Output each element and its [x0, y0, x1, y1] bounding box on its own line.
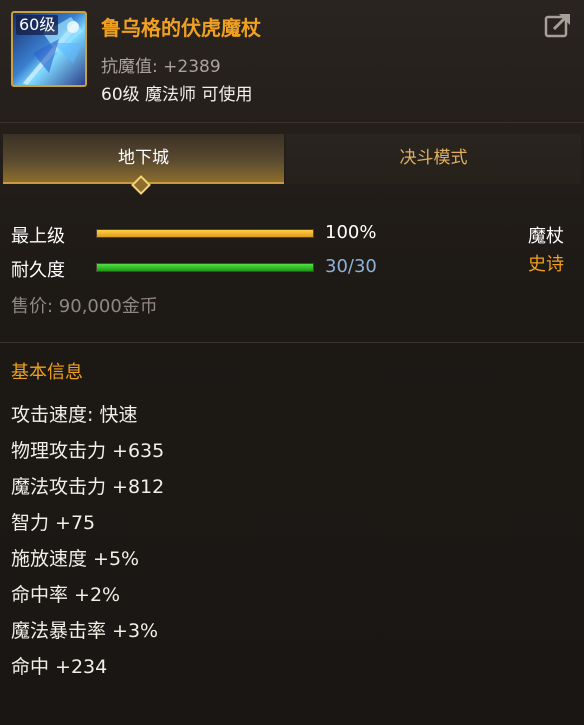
header-divider [0, 122, 584, 123]
share-icon [544, 13, 570, 38]
sell-price: 售价: 90,000金币 [11, 296, 158, 317]
tab-duel-mode[interactable]: 决斗模式 [286, 134, 581, 184]
attr-line: 命中 +234 [11, 656, 108, 678]
item-icon[interactable]: 60级 [11, 11, 87, 87]
level-bar [96, 229, 314, 238]
item-name: 鲁乌格的伏虎魔杖 [101, 16, 261, 40]
attr-line: 攻击速度: 快速 [11, 404, 138, 426]
attr-line: 命中率 +2% [11, 584, 121, 606]
durability-value: 30/30 [325, 256, 377, 277]
attr-line: 智力 +75 [11, 512, 96, 534]
attr-line: 施放速度 +5% [11, 548, 140, 570]
durability-bar [96, 263, 314, 272]
attr-line: 魔法攻击力 +812 [11, 476, 165, 498]
mode-tab-bar: 地下城 决斗模式 [0, 134, 584, 186]
share-button[interactable] [544, 12, 572, 38]
basic-info-title: 基本信息 [11, 362, 83, 383]
item-level-badge: 60级 [16, 15, 59, 35]
rarity-label: 史诗 [528, 254, 564, 275]
level-bar-fill [97, 230, 313, 237]
level-stat-label: 最上级 [11, 226, 65, 247]
item-tooltip-panel: 60级 鲁乌格的伏虎魔杖 抗魔值: +2389 60级 魔法师 可使用 地下城 … [0, 0, 584, 725]
section-divider [0, 342, 584, 343]
weapon-type: 魔杖 [528, 226, 564, 247]
durability-stat-label: 耐久度 [11, 260, 65, 281]
tab-dungeon[interactable]: 地下城 [3, 134, 284, 184]
attr-line: 魔法暴击率 +3% [11, 620, 159, 642]
magic-resist-line: 抗魔值: +2389 [101, 57, 221, 77]
level-value: 100% [325, 222, 377, 243]
usage-requirement: 60级 魔法师 可使用 [101, 85, 253, 105]
attr-line: 物理攻击力 +635 [11, 440, 165, 462]
durability-bar-fill [97, 264, 313, 271]
